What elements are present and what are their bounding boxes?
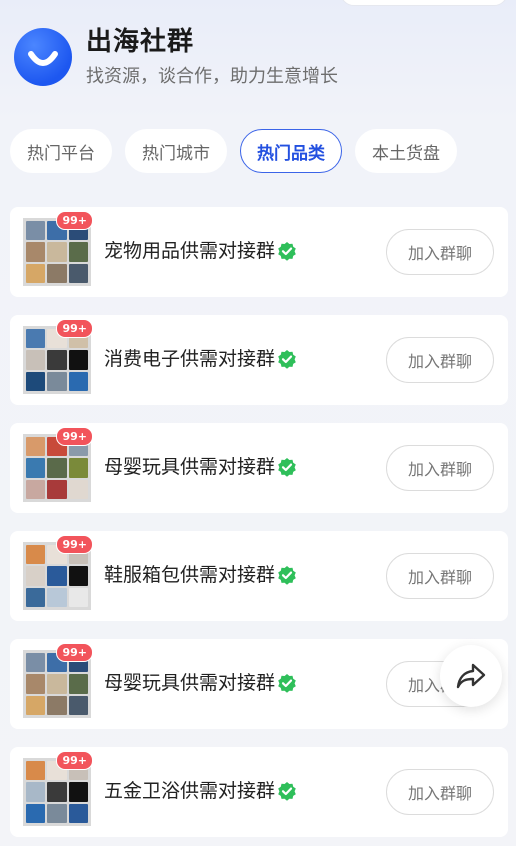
page-title: 出海社群 [86, 27, 195, 57]
avatar-tile [68, 695, 88, 715]
avatar-tile [26, 458, 46, 478]
join-group-button[interactable]: 加入群聊 [386, 229, 494, 275]
page-subtitle: 找资源，谈合作，助力生意增长 [86, 66, 338, 87]
avatar-tile [26, 653, 46, 673]
avatar-tile [26, 479, 46, 499]
avatar-tile [47, 458, 67, 478]
avatar-tile [26, 350, 46, 370]
avatar-tile [26, 566, 46, 586]
avatar-tile [26, 437, 46, 457]
avatar-tile [47, 803, 67, 823]
unread-badge: 99+ [56, 535, 93, 554]
group-title-row: 消费电子供需对接群 [104, 345, 297, 373]
tab-local-goods[interactable]: 本土货盘 [355, 129, 457, 173]
avatar-tile [47, 263, 67, 283]
avatar-tile [68, 782, 88, 802]
top-capsule [340, 0, 508, 6]
group-name: 母婴玩具供需对接群 [104, 456, 276, 478]
avatar-tile [68, 458, 88, 478]
avatar-tile [47, 479, 67, 499]
group-name: 消费电子供需对接群 [104, 348, 276, 370]
group-title-row: 母婴玩具供需对接群 [104, 669, 297, 697]
avatar-tile [26, 761, 46, 781]
share-icon [456, 663, 486, 689]
avatar-tile [26, 782, 46, 802]
avatar-tile [26, 329, 46, 349]
group-avatar: 99+ [23, 751, 93, 826]
group-card[interactable]: 99+ 消费电子供需对接群 加入群聊 [10, 315, 508, 405]
avatar-tile [68, 242, 88, 262]
join-group-button[interactable]: 加入群聊 [386, 445, 494, 491]
avatar-tile [47, 587, 67, 607]
avatar-tile [47, 782, 67, 802]
group-list: 99+ 宠物用品供需对接群 加入群聊 99+ 消费电子供需对接群 加入群聊 99… [10, 207, 508, 846]
avatar-tile [26, 263, 46, 283]
avatar-tile [26, 587, 46, 607]
verified-icon [278, 458, 296, 477]
avatar-tile [47, 371, 67, 391]
verified-icon [278, 566, 296, 585]
group-card[interactable]: 99+ 宠物用品供需对接群 加入群聊 [10, 207, 508, 297]
unread-badge: 99+ [56, 427, 93, 446]
group-avatar: 99+ [23, 427, 93, 502]
group-card[interactable]: 99+ 鞋服箱包供需对接群 加入群聊 [10, 531, 508, 621]
group-title-row: 母婴玩具供需对接群 [104, 453, 297, 481]
unread-badge: 99+ [56, 751, 93, 770]
avatar-tile [68, 674, 88, 694]
category-tabs: 热门平台 热门城市 热门品类 本土货盘 [10, 129, 457, 173]
unread-badge: 99+ [56, 211, 93, 230]
tab-hot-platform[interactable]: 热门平台 [10, 129, 112, 173]
verified-icon [278, 242, 296, 261]
unread-badge: 99+ [56, 319, 93, 338]
group-card[interactable]: 99+ 母婴玩具供需对接群 加入群聊 [10, 639, 508, 729]
group-card[interactable]: 99+ 五金卫浴供需对接群 加入群聊 [10, 747, 508, 837]
avatar-tile [68, 566, 88, 586]
group-name: 母婴玩具供需对接群 [104, 672, 276, 694]
avatar-tile [26, 803, 46, 823]
verified-icon [278, 350, 296, 369]
avatar-tile [47, 674, 67, 694]
avatar-tile [68, 587, 88, 607]
group-avatar: 99+ [23, 211, 93, 286]
group-title-row: 鞋服箱包供需对接群 [104, 561, 297, 589]
avatar-tile [68, 371, 88, 391]
avatar-tile [68, 803, 88, 823]
join-group-button[interactable]: 加入群聊 [386, 553, 494, 599]
avatar-tile [47, 242, 67, 262]
verified-icon [278, 782, 296, 801]
tab-hot-city[interactable]: 热门城市 [125, 129, 227, 173]
avatar-tile [68, 350, 88, 370]
verified-icon [278, 674, 296, 693]
group-avatar: 99+ [23, 535, 93, 610]
avatar-tile [68, 479, 88, 499]
tab-hot-category[interactable]: 热门品类 [240, 129, 342, 173]
chat-smile-logo-icon [14, 28, 72, 86]
avatar-tile [47, 350, 67, 370]
group-avatar: 99+ [23, 319, 93, 394]
join-group-button[interactable]: 加入群聊 [386, 337, 494, 383]
join-group-button[interactable]: 加入群聊 [386, 769, 494, 815]
group-title-row: 五金卫浴供需对接群 [104, 777, 297, 805]
avatar-tile [68, 263, 88, 283]
group-name: 鞋服箱包供需对接群 [104, 564, 276, 586]
avatar-tile [26, 695, 46, 715]
group-avatar: 99+ [23, 643, 93, 718]
header: 出海社群 找资源，谈合作，助力生意增长 [14, 25, 338, 89]
unread-badge: 99+ [56, 643, 93, 662]
group-title-row: 宠物用品供需对接群 [104, 237, 297, 265]
group-name: 五金卫浴供需对接群 [104, 780, 276, 802]
avatar-tile [26, 221, 46, 241]
avatar-tile [26, 371, 46, 391]
avatar-tile [26, 545, 46, 565]
share-button[interactable] [440, 645, 502, 707]
avatar-tile [26, 674, 46, 694]
group-card[interactable]: 99+ 母婴玩具供需对接群 加入群聊 [10, 423, 508, 513]
avatar-tile [26, 242, 46, 262]
avatar-tile [47, 695, 67, 715]
group-name: 宠物用品供需对接群 [104, 240, 276, 262]
avatar-tile [47, 566, 67, 586]
